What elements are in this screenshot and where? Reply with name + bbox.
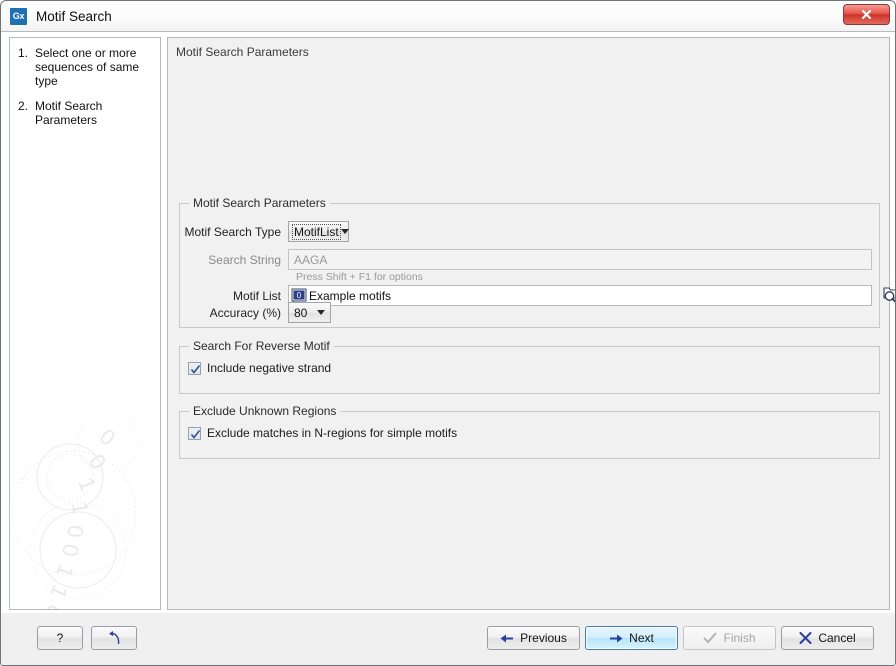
row-accuracy: Accuracy (%) 80 <box>180 302 331 323</box>
parameters-panel: Motif Search Parameters Motif Search Par… <box>167 37 890 610</box>
group-exclude-unknown-regions: Exclude Unknown Regions Exclude matches … <box>179 411 880 459</box>
arrow-right-icon <box>609 633 623 644</box>
wizard-step-2[interactable]: 2. Motif Search Parameters <box>18 99 154 127</box>
motif-list-label: Motif List <box>180 289 288 303</box>
help-button[interactable]: ? <box>37 626 83 650</box>
check-icon <box>190 429 201 440</box>
cancel-label: Cancel <box>818 631 855 645</box>
previous-label: Previous <box>520 631 567 645</box>
accuracy-value: 80 <box>292 306 313 320</box>
finish-label: Finish <box>723 631 755 645</box>
dialog-body: 1. Select one or more sequences of same … <box>1 32 896 615</box>
wizard-step-1[interactable]: 1. Select one or more sequences of same … <box>18 46 154 88</box>
wizard-steps-list: 1. Select one or more sequences of same … <box>10 38 160 127</box>
svg-text:0: 0 <box>40 600 68 610</box>
chevron-down-icon <box>341 229 349 234</box>
step-label: Select one or more sequences of same typ… <box>35 46 154 88</box>
svg-text:0: 0 <box>63 525 88 538</box>
window-title: Motif Search <box>36 9 112 24</box>
search-string-label: Search String <box>180 253 288 267</box>
group-title: Exclude Unknown Regions <box>189 404 340 418</box>
motif-list-input[interactable]: 0 Example motifs <box>288 285 872 306</box>
accuracy-combo[interactable]: 80 <box>288 302 331 323</box>
browse-folder-icon <box>881 285 896 303</box>
motif-search-dialog: Gx Motif Search 1. Select one or more se… <box>0 0 896 666</box>
previous-button[interactable]: Previous <box>487 626 580 650</box>
search-string-input[interactable]: AAGA <box>288 249 872 270</box>
close-button[interactable] <box>843 4 890 25</box>
panel-heading: Motif Search Parameters <box>168 38 889 59</box>
motif-search-type-label: Motif Search Type <box>180 225 288 239</box>
svg-text:1: 1 <box>73 474 101 494</box>
check-icon <box>190 364 201 375</box>
exclude-n-regions-checkbox[interactable]: Exclude matches in N-regions for simple … <box>188 426 457 440</box>
close-icon <box>860 8 873 21</box>
browse-motif-list-button[interactable] <box>880 283 896 305</box>
dialog-footer: ? Previous Next Fin <box>1 613 896 665</box>
svg-text:1: 1 <box>67 500 93 516</box>
svg-text:1: 1 <box>51 561 79 580</box>
motif-list-value: Example motifs <box>309 289 391 303</box>
search-string-value: AAGA <box>294 253 327 267</box>
motif-search-type-combo[interactable]: MotifList <box>288 221 349 242</box>
accuracy-label: Accuracy (%) <box>180 306 288 320</box>
group-search-reverse-motif: Search For Reverse Motif Include negativ… <box>179 346 880 394</box>
x-icon <box>799 632 812 644</box>
svg-text:0: 0 <box>57 542 84 558</box>
row-motif-search-type: Motif Search Type MotifList <box>180 221 349 242</box>
gx-icon: Gx <box>10 8 27 25</box>
wizard-steps-panel: 1. Select one or more sequences of same … <box>9 37 161 610</box>
row-search-string: Search String AAGA <box>180 249 872 270</box>
svg-text:0: 0 <box>84 450 112 474</box>
checkbox-label: Exclude matches in N-regions for simple … <box>207 426 457 440</box>
finish-button[interactable]: Finish <box>683 626 776 650</box>
checkbox-label: Include negative strand <box>207 361 331 375</box>
group-title: Motif Search Parameters <box>189 196 330 210</box>
step-number: 1. <box>18 46 35 88</box>
svg-text:0: 0 <box>297 291 302 300</box>
checkbox-box <box>188 362 201 375</box>
search-string-hint: Press Shift + F1 for options <box>296 271 423 283</box>
dna-watermark: 0 0 1 1 0 0 1 1 0 1 0 <box>12 417 161 610</box>
reset-button[interactable] <box>91 626 137 650</box>
arrow-left-icon <box>500 633 514 644</box>
checkbox-box <box>188 427 201 440</box>
check-icon <box>703 632 717 644</box>
cancel-button[interactable]: Cancel <box>781 626 874 650</box>
question-mark-icon: ? <box>57 631 64 645</box>
motif-search-type-value: MotifList <box>292 224 341 240</box>
next-button[interactable]: Next <box>585 626 678 650</box>
svg-text:0: 0 <box>95 424 120 451</box>
undo-arrow-icon <box>106 630 123 646</box>
step-number: 2. <box>18 99 35 127</box>
group-motif-search-parameters: Motif Search Parameters Motif Search Typ… <box>179 203 880 328</box>
chevron-down-icon <box>313 310 328 315</box>
svg-text:1: 1 <box>45 581 73 603</box>
title-bar: Gx Motif Search <box>1 1 895 32</box>
next-label: Next <box>629 631 654 645</box>
group-title: Search For Reverse Motif <box>189 339 334 353</box>
step-label: Motif Search Parameters <box>35 99 154 127</box>
include-negative-strand-checkbox[interactable]: Include negative strand <box>188 361 331 375</box>
